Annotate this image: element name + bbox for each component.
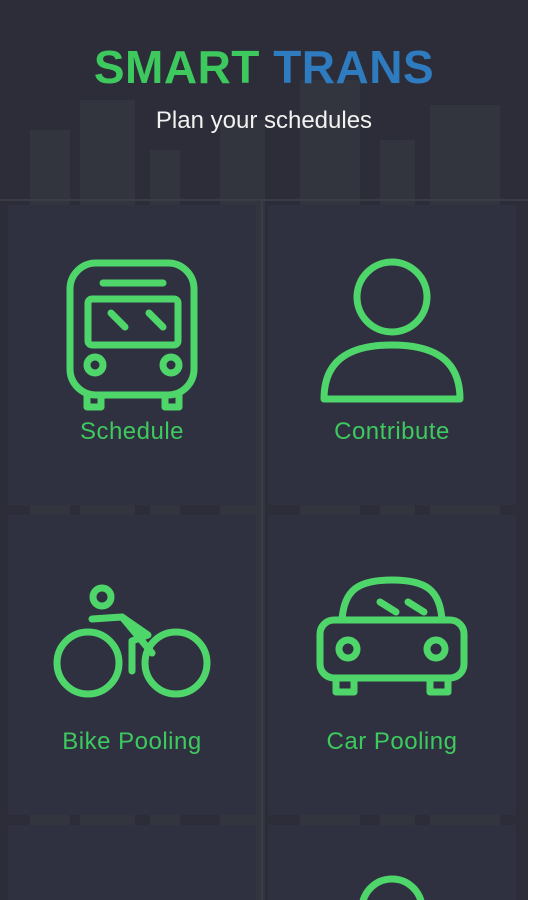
circle-icon (359, 875, 425, 900)
tile-label: Contribute (334, 418, 450, 445)
bus-icon (66, 259, 198, 411)
person-icon (320, 258, 464, 403)
tile-schedule[interactable]: Schedule (8, 205, 256, 505)
tile-partial-right[interactable] (268, 825, 516, 900)
app-header: SMART TRANS Plan your schedules (0, 0, 528, 200)
screen-edge (528, 0, 533, 900)
tile-contribute[interactable]: Contribute (268, 205, 516, 505)
app-title-smart: SMART (93, 41, 260, 93)
tile-bike-pooling[interactable]: Bike Pooling (8, 515, 256, 815)
tile-label: Schedule (79, 418, 185, 445)
app-subtitle: Plan your schedules (155, 107, 373, 134)
car-icon (316, 576, 468, 696)
tile-label: Car Pooling (326, 728, 458, 755)
tile-partial-left[interactable] (8, 825, 256, 900)
bike-icon (53, 584, 211, 698)
app-title: SMART TRANS (0, 40, 528, 94)
tile-label: Bike Pooling (62, 728, 202, 755)
tile-car-pooling[interactable]: Car Pooling (268, 515, 516, 815)
app-title-trans: TRANS (273, 41, 435, 93)
app-screen: SMART TRANS Plan your schedules Schedule (0, 0, 528, 900)
